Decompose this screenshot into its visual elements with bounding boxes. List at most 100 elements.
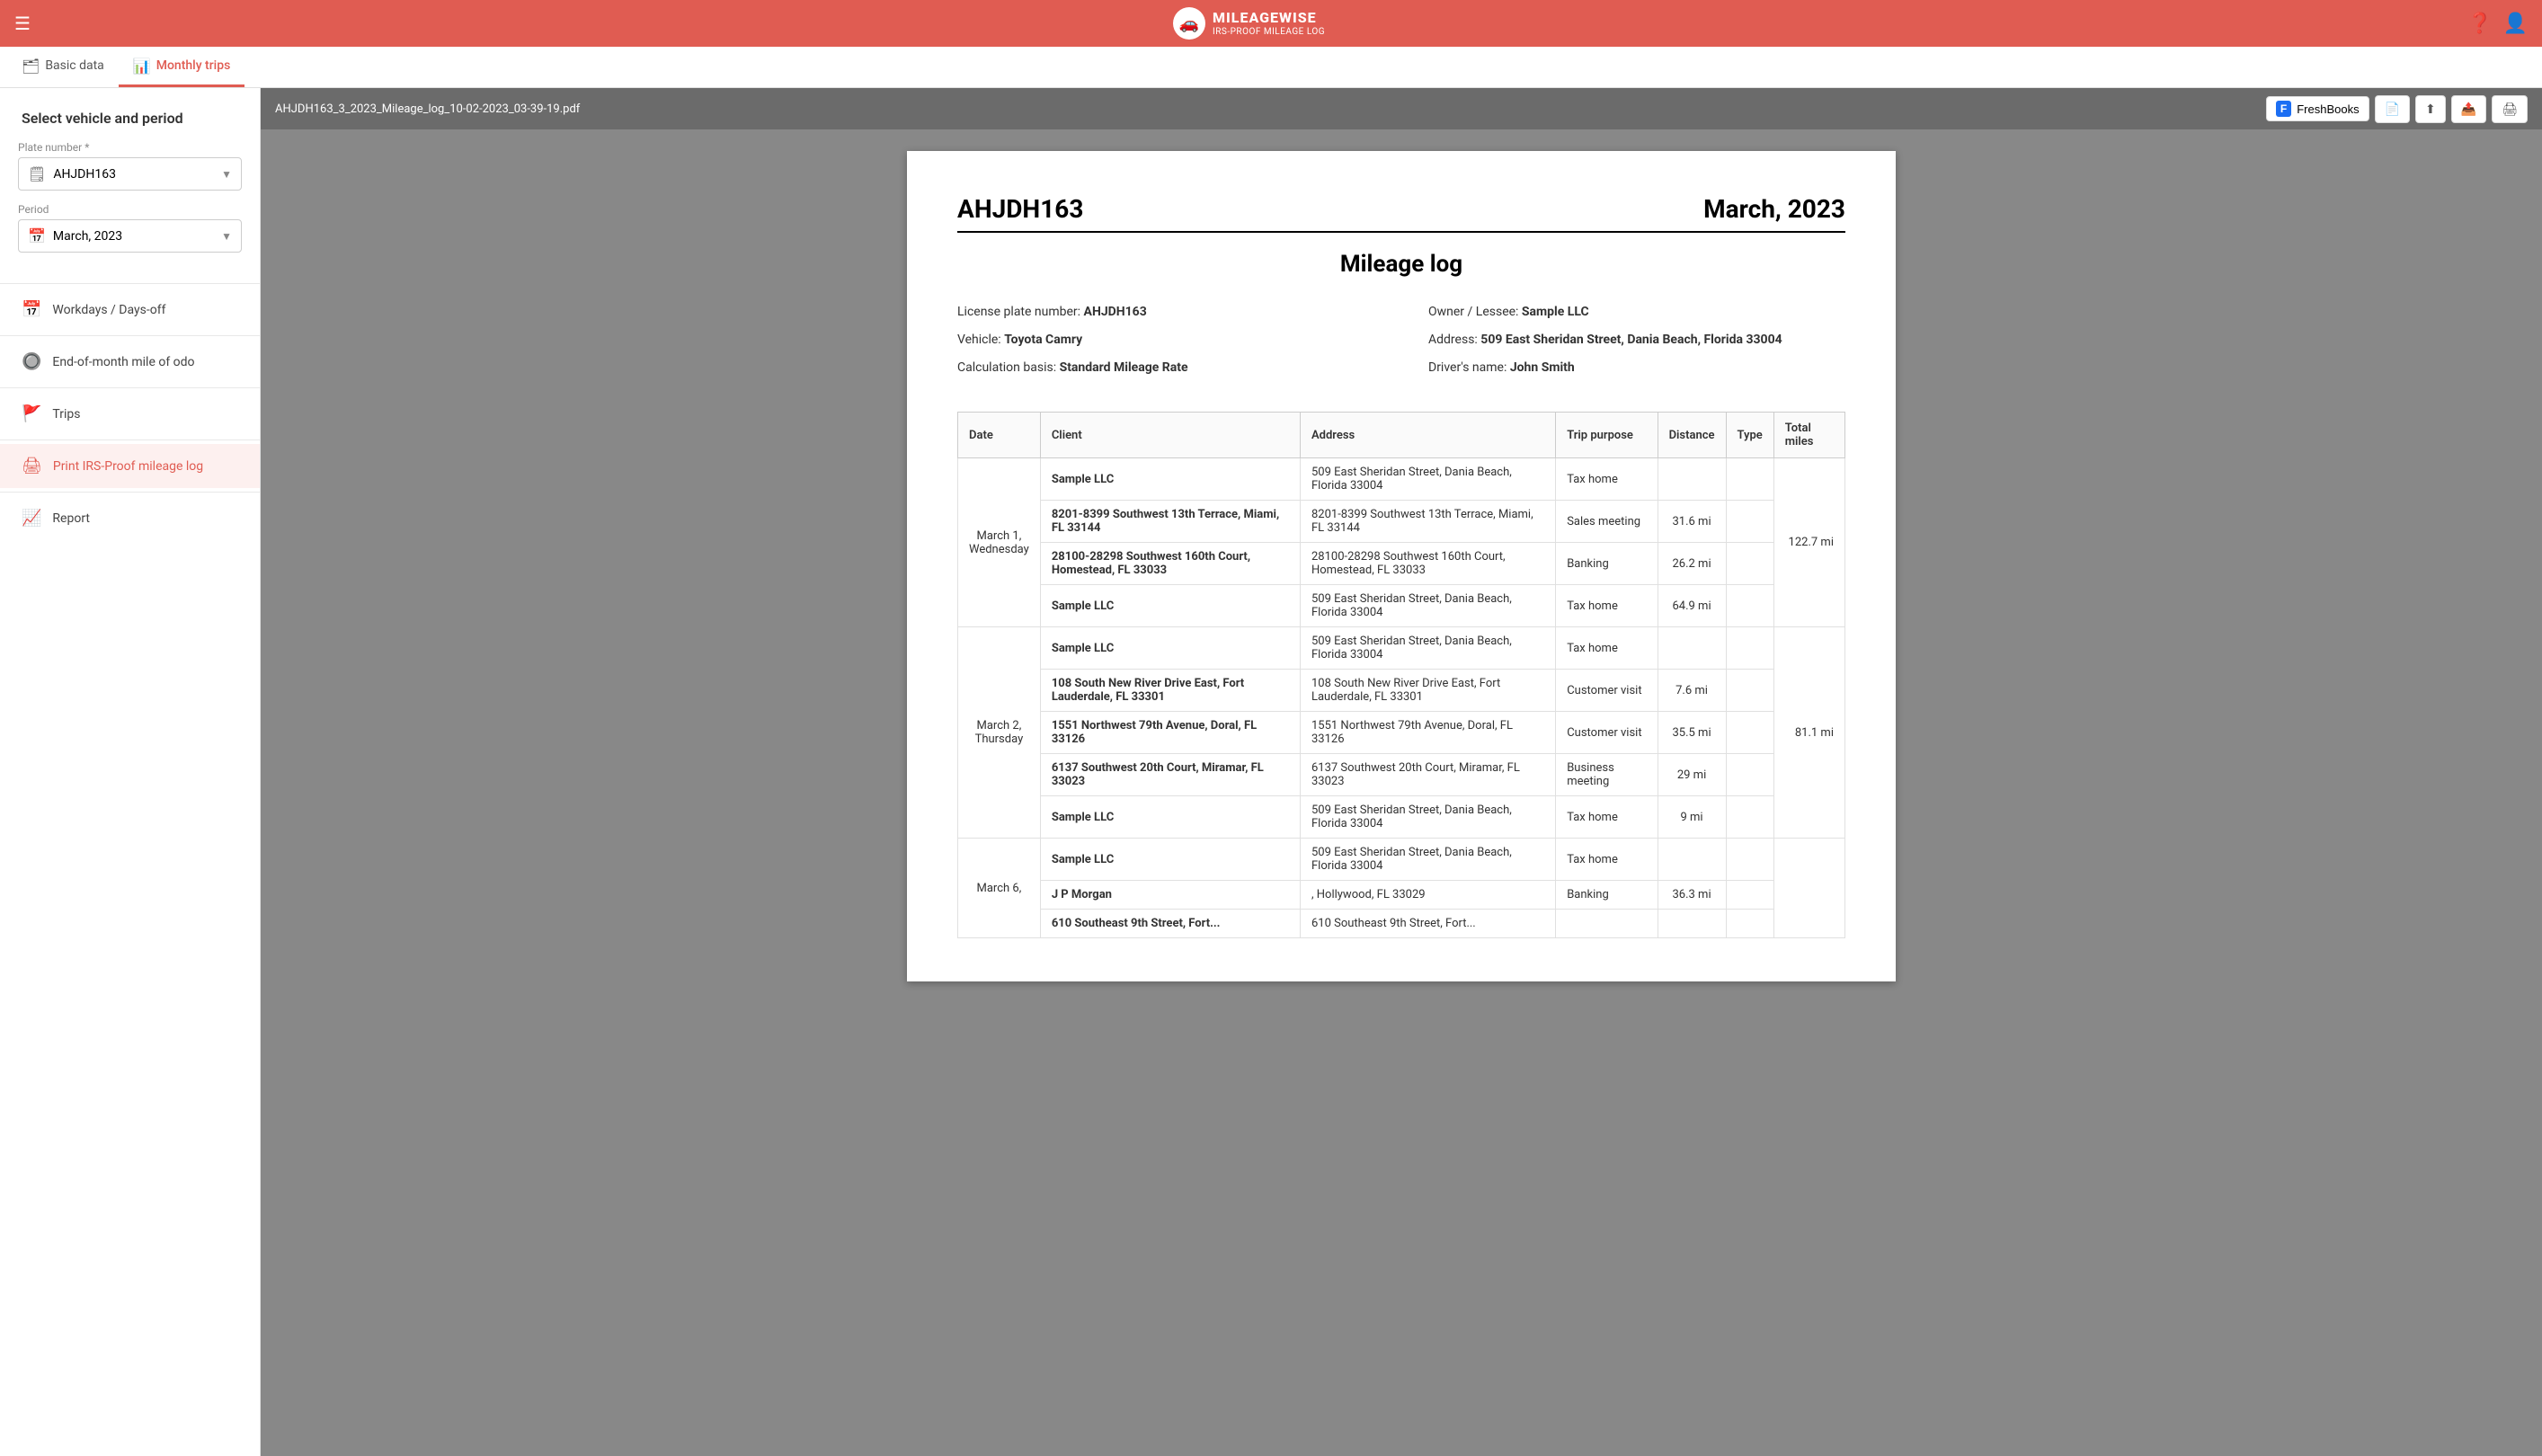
- pdf-vehicle-value: Toyota Camry: [1004, 333, 1082, 347]
- distance-cell: 31.6 mi: [1658, 501, 1726, 543]
- client-cell: Sample LLC: [1040, 458, 1300, 501]
- th-date: Date: [958, 413, 1041, 458]
- pdf-toolbar: AHJDH163_3_2023_Mileage_log_10-02-2023_0…: [261, 88, 2542, 129]
- table-row: 108 South New River Drive East, Fort Lau…: [958, 670, 1845, 712]
- user-icon[interactable]: 👤: [2503, 13, 2528, 35]
- tab-basic-data[interactable]: 🗂 Basic data: [7, 47, 119, 87]
- hamburger-icon[interactable]: ☰: [14, 13, 31, 34]
- pdf-owner-value: Sample LLC: [1522, 305, 1589, 319]
- workdays-icon: 📅: [22, 300, 41, 319]
- pdf-header: AHJDH163 March, 2023: [957, 194, 1845, 224]
- address-cell: 28100-28298 Southwest 160th Court, Homes…: [1300, 543, 1555, 585]
- brand-text: MILEAGEWISE IRS-PROOF MILEAGE LOG: [1213, 9, 1325, 37]
- pdf-export-button[interactable]: ⬆: [2415, 95, 2446, 123]
- th-purpose: Trip purpose: [1556, 413, 1658, 458]
- odometer-icon: 🔘: [22, 352, 41, 371]
- table-row: 6137 Southwest 20th Court, Miramar, FL 3…: [958, 754, 1845, 796]
- period-select[interactable]: 📅 March, 2023 ▼: [18, 219, 242, 253]
- sidebar-divider-3: [0, 387, 260, 388]
- address-cell: 6137 Southwest 20th Court, Miramar, FL 3…: [1300, 754, 1555, 796]
- pdf-period: March, 2023: [1703, 194, 1845, 224]
- plate-number-label: Plate number *: [18, 141, 242, 154]
- sidebar-item-report[interactable]: 📈 Report: [0, 496, 260, 540]
- client-cell: 28100-28298 Southwest 160th Court, Homes…: [1040, 543, 1300, 585]
- period-icon: 📅: [28, 227, 46, 244]
- table-header: Date Client Address Trip purpose Distanc…: [958, 413, 1845, 458]
- sidebar-item-odometer[interactable]: 🔘 End-of-month mile of odo: [0, 340, 260, 384]
- tab-monthly-trips-label: Monthly trips: [156, 58, 231, 73]
- plate-number-value: AHJDH163: [53, 167, 116, 182]
- pdf-calc-value: Standard Mileage Rate: [1060, 360, 1188, 375]
- pdf-share-button[interactable]: 📤: [2451, 95, 2486, 123]
- purpose-cell: Banking: [1556, 543, 1658, 585]
- sidebar-item-print[interactable]: 🖨 Print IRS-Proof mileage log: [0, 444, 260, 488]
- address-cell: 509 East Sheridan Street, Dania Beach, F…: [1300, 627, 1555, 670]
- brand: 🚗 MILEAGEWISE IRS-PROOF MILEAGE LOG: [1173, 7, 1325, 40]
- tabs-row: 🗂 Basic data 📊 Monthly trips: [0, 47, 2542, 88]
- pdf-driver-row: Driver's name: John Smith: [1428, 359, 1845, 377]
- address-cell: 509 East Sheridan Street, Dania Beach, F…: [1300, 585, 1555, 627]
- pdf-page: AHJDH163 March, 2023 Mileage log License…: [907, 151, 1896, 981]
- sidebar-item-print-label: Print IRS-Proof mileage log: [53, 459, 203, 474]
- purpose-cell: Business meeting: [1556, 754, 1658, 796]
- period-group: Period 📅 March, 2023 ▼: [18, 203, 242, 253]
- type-cell: [1726, 796, 1773, 839]
- distance-cell: 29 mi: [1658, 754, 1726, 796]
- distance-cell: [1658, 839, 1726, 881]
- client-cell: Sample LLC: [1040, 627, 1300, 670]
- distance-cell: 64.9 mi: [1658, 585, 1726, 627]
- table-row: March 2,Thursday Sample LLC 509 East She…: [958, 627, 1845, 670]
- plate-icon: 🗒: [28, 165, 46, 182]
- navbar: ☰ 🚗 MILEAGEWISE IRS-PROOF MILEAGE LOG ❓ …: [0, 0, 2542, 47]
- distance-cell: [1658, 627, 1726, 670]
- pdf-header-divider: [957, 231, 1845, 233]
- monthly-trips-icon: 📊: [133, 58, 151, 75]
- pdf-download-pdf-button[interactable]: 📄: [2375, 95, 2410, 123]
- sidebar-item-trips-label: Trips: [52, 407, 80, 422]
- plate-number-select[interactable]: 🗒 AHJDH163 ▼: [18, 157, 242, 191]
- type-cell: [1726, 754, 1773, 796]
- pdf-license-row: License plate number: AHJDH163: [957, 303, 1374, 322]
- address-cell: 1551 Northwest 79th Avenue, Doral, FL 33…: [1300, 712, 1555, 754]
- purpose-cell: Tax home: [1556, 458, 1658, 501]
- distance-cell: 26.2 mi: [1658, 543, 1726, 585]
- type-cell: [1726, 910, 1773, 938]
- distance-cell: [1658, 458, 1726, 501]
- help-icon[interactable]: ❓: [2467, 13, 2492, 35]
- tab-basic-data-label: Basic data: [45, 58, 103, 73]
- pdf-vehicle-row: Vehicle: Toyota Camry: [957, 331, 1374, 350]
- type-cell: [1726, 670, 1773, 712]
- type-cell: [1726, 712, 1773, 754]
- purpose-cell: Banking: [1556, 881, 1658, 910]
- purpose-cell: Tax home: [1556, 839, 1658, 881]
- purpose-cell: Tax home: [1556, 585, 1658, 627]
- th-client: Client: [1040, 413, 1300, 458]
- pdf-title: Mileage log: [957, 251, 1845, 278]
- distance-cell: 36.3 mi: [1658, 881, 1726, 910]
- pdf-meta-left: License plate number: AHJDH163 Vehicle: …: [957, 303, 1374, 386]
- freshbooks-button[interactable]: F FreshBooks: [2266, 96, 2369, 121]
- address-cell: 509 East Sheridan Street, Dania Beach, F…: [1300, 796, 1555, 839]
- sidebar-item-workdays-label: Workdays / Days-off: [52, 303, 165, 317]
- pdf-driver-value: John Smith: [1510, 360, 1575, 375]
- table-row: 610 Southeast 9th Street, Fort... 610 So…: [958, 910, 1845, 938]
- mileage-table: Date Client Address Trip purpose Distanc…: [957, 412, 1845, 938]
- purpose-cell: Customer visit: [1556, 712, 1658, 754]
- th-distance: Distance: [1658, 413, 1726, 458]
- client-cell: Sample LLC: [1040, 796, 1300, 839]
- purpose-cell: Tax home: [1556, 796, 1658, 839]
- sidebar-item-trips[interactable]: 🚩 Trips: [0, 392, 260, 436]
- period-dropdown-arrow: ▼: [221, 230, 232, 243]
- table-row: March 1,Wednesday Sample LLC 509 East Sh…: [958, 458, 1845, 501]
- client-cell: Sample LLC: [1040, 585, 1300, 627]
- pdf-print-button[interactable]: 🖨: [2492, 95, 2528, 123]
- table-row: 28100-28298 Southwest 160th Court, Homes…: [958, 543, 1845, 585]
- client-cell: J P Morgan: [1040, 881, 1300, 910]
- tab-monthly-trips[interactable]: 📊 Monthly trips: [119, 47, 245, 87]
- sidebar-item-workdays[interactable]: 📅 Workdays / Days-off: [0, 288, 260, 332]
- purpose-cell: Sales meeting: [1556, 501, 1658, 543]
- table-row: Sample LLC 509 East Sheridan Street, Dan…: [958, 585, 1845, 627]
- address-cell: , Hollywood, FL 33029: [1300, 881, 1555, 910]
- type-cell: [1726, 627, 1773, 670]
- sidebar-section-title: Select vehicle and period: [18, 110, 242, 127]
